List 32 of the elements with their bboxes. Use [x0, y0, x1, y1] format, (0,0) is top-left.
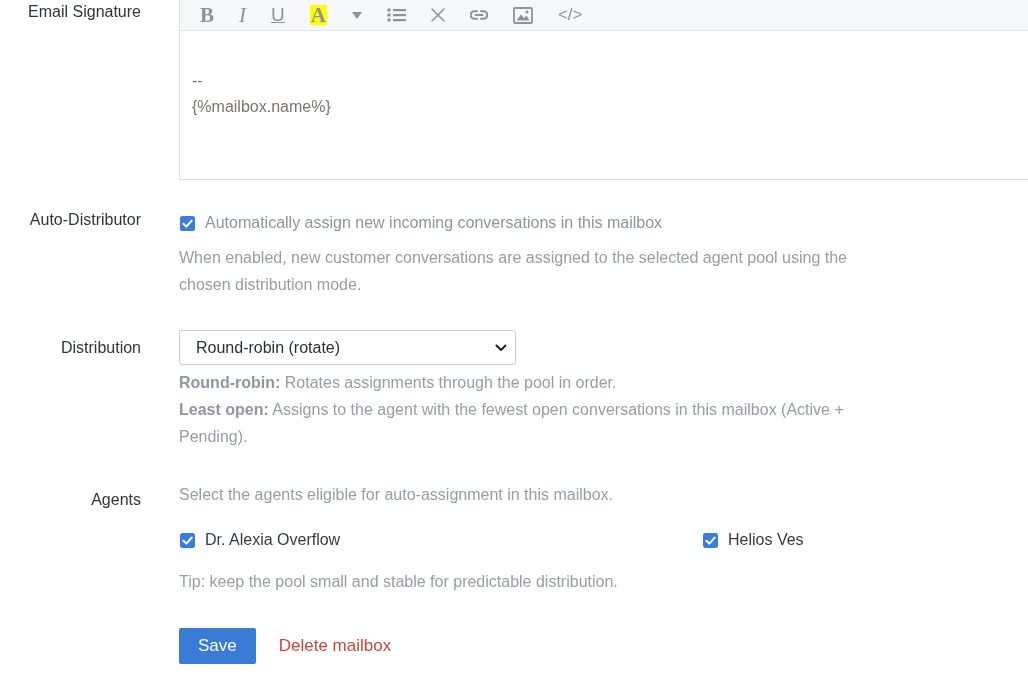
link-icon[interactable] [469, 10, 488, 20]
help-text: Least open: Assigns to the agent with the fewest open conversations in this mailbox (Active + Pending). [179, 400, 845, 447]
caret-icon[interactable] [351, 11, 362, 19]
italic-button[interactable]: I [239, 4, 246, 26]
field-label: Distribution [59, 338, 142, 358]
bold-button[interactable]: B [200, 4, 214, 26]
tip-text: Tip: keep the pool small and stable for predictable distribution. [179, 572, 619, 592]
code-view-button[interactable]: </> [557, 4, 583, 26]
signature-editor-field[interactable]: -- {%mailbox.name%} [180, 31, 1028, 179]
checkbox-label: Automatically assign new incoming conversations in this mailbox [205, 214, 663, 232]
field-label: Auto-Distributor [28, 210, 142, 230]
help-text: When enabled, new customer conversations are assigned to the selected agent pool using the chosen distribution mode. [179, 248, 848, 295]
agent-name: Dr. Alexia Overflow [205, 531, 341, 549]
save-button[interactable]: Save [179, 628, 256, 664]
image-icon[interactable] [512, 6, 533, 24]
checkbox[interactable] [703, 532, 718, 548]
list-icon[interactable] [386, 8, 406, 22]
help-text: Round-robin: Rotates assignments through the pool in order. [179, 373, 618, 393]
agent-name: Helios Ves [728, 531, 804, 549]
checkbox[interactable] [180, 215, 195, 231]
highlight-button[interactable]: A [309, 5, 327, 25]
checkbox[interactable] [180, 532, 195, 548]
chevron-down-icon[interactable] [495, 343, 507, 352]
distribution-select[interactable]: Round-robin (rotate) [179, 330, 516, 365]
help-text: Select the agents eligible for auto-assignment in this mailbox. [179, 485, 614, 505]
field-label: Agents [90, 490, 142, 510]
delete-link[interactable]: Delete mailbox [278, 636, 392, 656]
underline-button[interactable]: U [271, 4, 285, 26]
signature-line: {%mailbox.name%} [192, 97, 332, 117]
cross-icon[interactable] [430, 8, 445, 22]
field-label: Email Signature [27, 2, 142, 22]
signature-line: -- [192, 71, 204, 91]
